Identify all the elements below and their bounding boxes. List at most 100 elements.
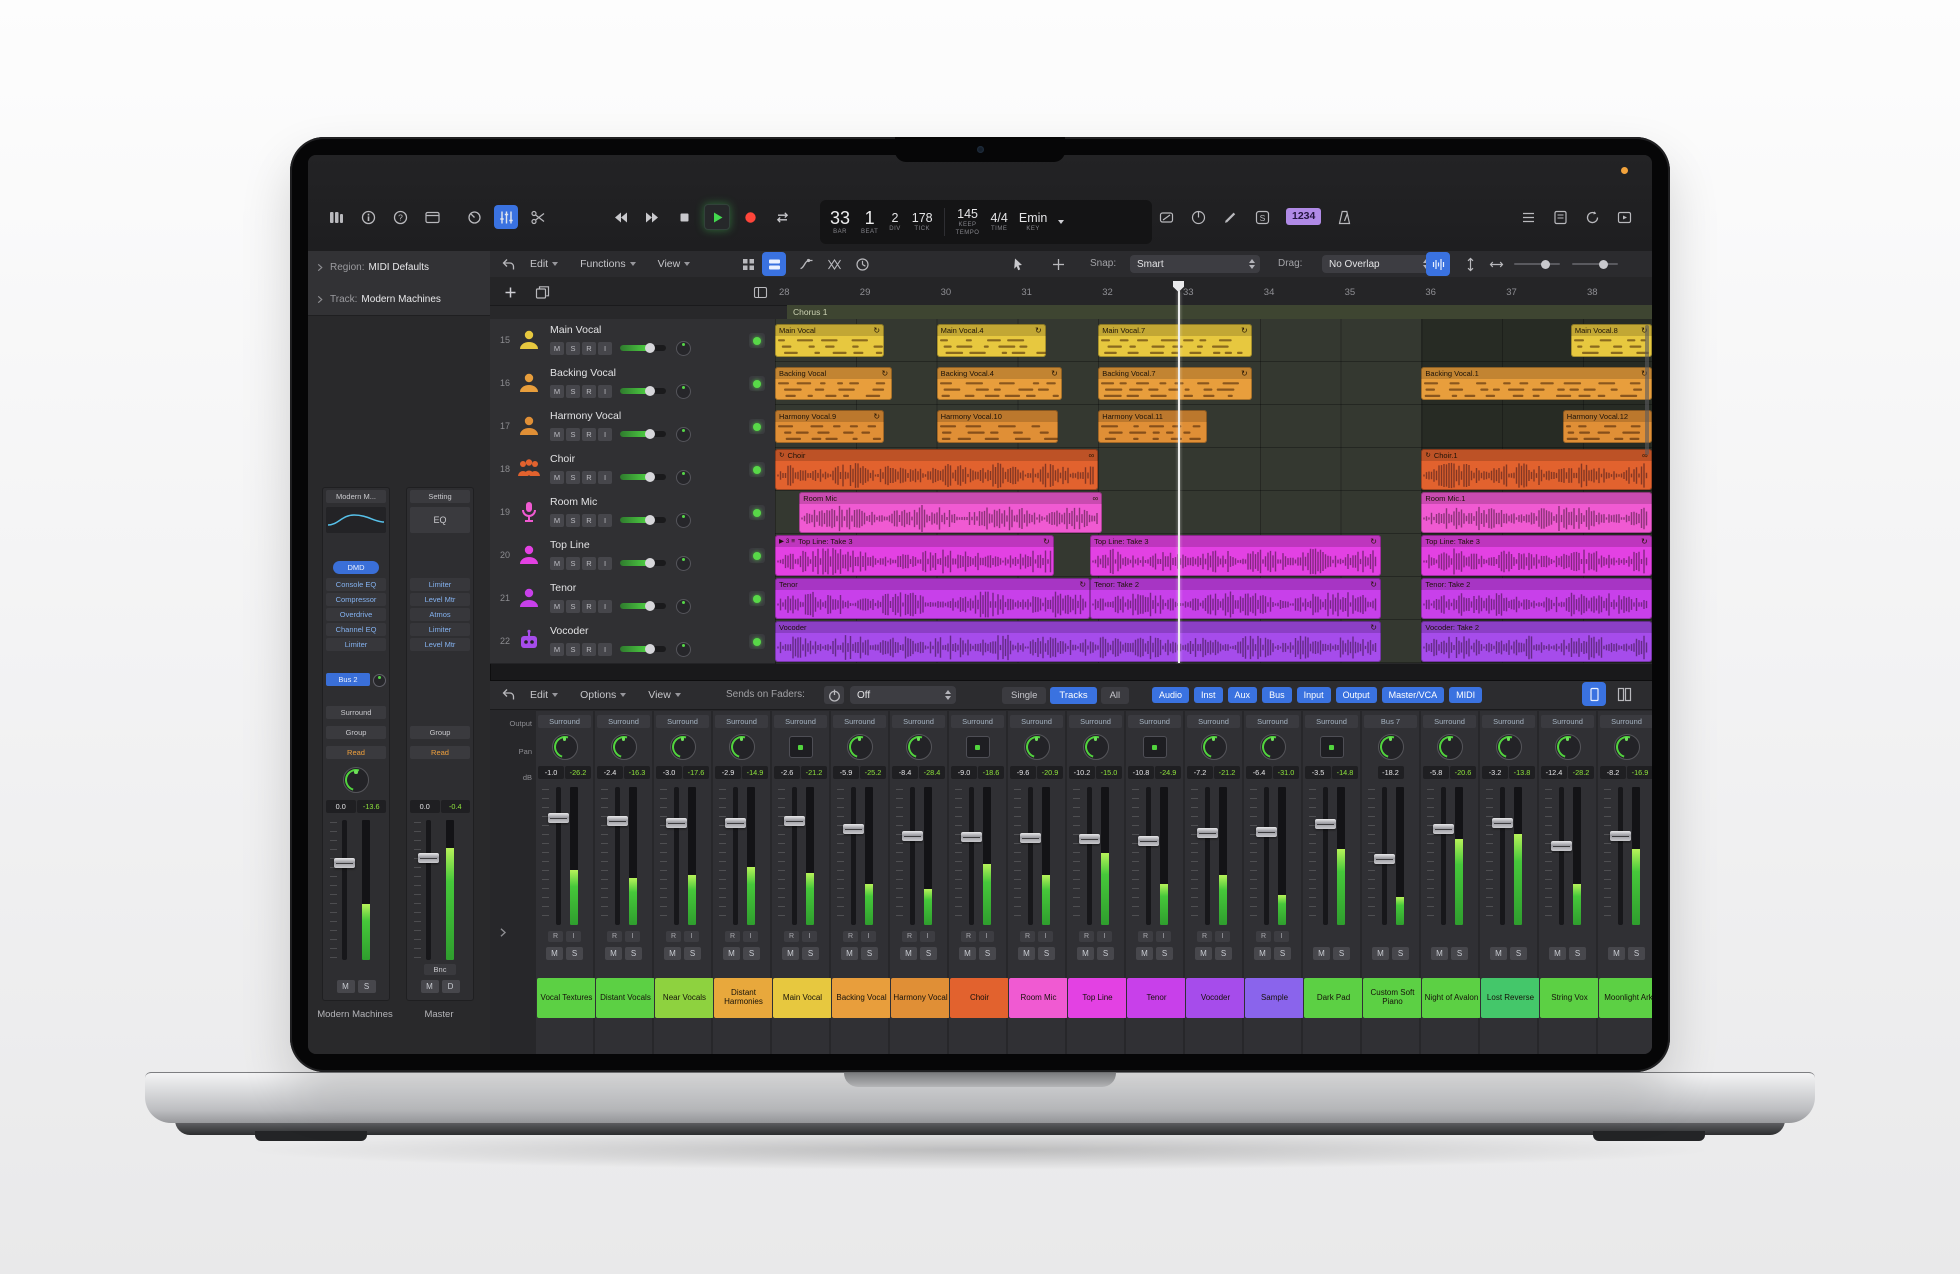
mute-button[interactable]: M <box>1608 947 1625 960</box>
crossfade-icon[interactable] <box>822 252 846 276</box>
volume-fader[interactable] <box>1303 787 1360 925</box>
volume-fader[interactable] <box>410 820 470 960</box>
region-top-line-take-3[interactable]: Top Line: Take 3 ↻ <box>1421 535 1652 576</box>
eq-thumbnail[interactable] <box>326 507 386 533</box>
track-volume-slider[interactable] <box>620 644 666 654</box>
region-backing-vocal-7[interactable]: Backing Vocal.7 ↻ <box>1098 367 1252 400</box>
track-pan-knob[interactable] <box>676 641 691 657</box>
input-monitor-button[interactable]: I <box>1215 931 1230 942</box>
input-monitor-button[interactable]: I <box>566 931 581 942</box>
pan-knob[interactable] <box>1021 732 1052 762</box>
channel-output-button[interactable]: Surround <box>538 715 591 728</box>
mute-button[interactable]: M <box>841 947 858 960</box>
track-solo-button[interactable]: S <box>566 427 580 441</box>
track-pan-knob[interactable] <box>676 426 691 442</box>
track-volume-slider[interactable] <box>620 601 666 611</box>
count-in-badge[interactable]: 1234 <box>1286 208 1322 225</box>
grid-rows-icon[interactable] <box>762 252 786 276</box>
single-strip-icon[interactable] <box>1582 682 1606 706</box>
track-mute-button[interactable]: M <box>550 427 564 441</box>
fader-cap[interactable] <box>1020 833 1041 843</box>
volume-fader[interactable] <box>1539 787 1596 925</box>
volume-fader[interactable] <box>949 787 1006 925</box>
lcd-time-signature[interactable]: 4/4 TIME <box>990 212 1007 233</box>
region-room-mic-1[interactable]: Room Mic.1 <box>1421 492 1652 533</box>
record-enable-button[interactable]: R <box>1138 931 1153 942</box>
pan-knob[interactable] <box>726 732 757 762</box>
region-harmony-vocal-10[interactable]: Harmony Vocal.10 <box>936 410 1058 443</box>
channel-name-label[interactable]: Vocal Textures <box>537 978 596 1018</box>
play-icon[interactable] <box>704 204 730 230</box>
track-monitor-button[interactable] <box>749 419 765 434</box>
record-enable-button[interactable]: R <box>902 931 917 942</box>
fader-cap[interactable] <box>1610 831 1631 841</box>
mute-button[interactable]: M <box>605 947 622 960</box>
mute-button[interactable]: M <box>1254 947 1271 960</box>
channel-output-button[interactable]: Surround <box>1541 715 1594 728</box>
channel-name-label[interactable]: Custom Soft Piano <box>1363 978 1422 1018</box>
plugin-slot[interactable]: Console EQ <box>326 578 386 591</box>
fader-cap[interactable] <box>902 831 923 841</box>
view-mode-tracks[interactable]: Tracks <box>1050 686 1097 704</box>
view-mode-single[interactable]: Single <box>1002 686 1047 704</box>
channel-name-label[interactable]: Room Mic <box>1009 978 1068 1018</box>
fader-cap[interactable] <box>1315 819 1336 829</box>
editors-icon[interactable] <box>526 205 550 229</box>
channel-output-button[interactable]: Surround <box>1187 715 1240 728</box>
track-volume-slider[interactable] <box>620 472 666 482</box>
pan-knob[interactable] <box>667 732 698 762</box>
region-choir-1[interactable]: ↻ Choir.1 ∞ <box>1421 449 1652 490</box>
pan-knob[interactable] <box>1375 732 1406 762</box>
pan-knob[interactable] <box>1198 732 1229 762</box>
fader-cap[interactable] <box>1551 841 1572 851</box>
fader-cap[interactable] <box>334 858 355 868</box>
arrange-grid[interactable]: Main Vocal ↻ Main Vocal.4 ↻ Main Vocal.7 ↻ Mai… <box>775 319 1652 663</box>
send-slot[interactable]: Bus 2 <box>326 673 370 686</box>
quick-help-icon[interactable]: ? <box>388 205 412 229</box>
list-editors-icon[interactable] <box>1516 205 1540 229</box>
mixer-icon[interactable] <box>494 205 518 229</box>
volume-fader[interactable] <box>890 787 947 925</box>
tuner-icon[interactable] <box>1186 205 1210 229</box>
fader-cap[interactable] <box>961 832 982 842</box>
record-enable-button[interactable]: R <box>961 931 976 942</box>
vertical-zoom-slider[interactable] <box>1514 259 1560 269</box>
fader-cap[interactable] <box>1079 834 1100 844</box>
solo-button[interactable]: S <box>743 947 760 960</box>
solo-button[interactable]: S <box>1569 947 1586 960</box>
track-monitor-button[interactable] <box>749 376 765 391</box>
region-backing-vocal-1[interactable]: Backing Vocal.1↻ <box>1421 367 1652 400</box>
rewind-icon[interactable] <box>608 205 632 229</box>
record-enable-button[interactable]: R <box>1256 931 1271 942</box>
setting-button[interactable]: Modern M... <box>326 490 386 503</box>
channel-output-button[interactable]: Surround <box>597 715 650 728</box>
send-knob[interactable] <box>373 674 386 687</box>
track-pan-knob[interactable] <box>676 340 691 356</box>
flex-icon[interactable] <box>850 252 874 276</box>
filter-inst[interactable]: Inst <box>1194 687 1223 703</box>
grid-cells-icon[interactable] <box>736 252 760 276</box>
channel-name-label[interactable]: Choir <box>950 978 1009 1018</box>
chevron-down-icon[interactable] <box>1058 220 1065 224</box>
track-solo-button[interactable]: S <box>566 470 580 484</box>
track-header-vocoder[interactable]: 22 Vocoder M S R I <box>490 620 776 664</box>
marquee-tool-icon[interactable] <box>1046 252 1070 276</box>
region-tenor-take-2[interactable]: Tenor: Take 2 <box>1421 578 1652 619</box>
solo-button[interactable]: S <box>1451 947 1468 960</box>
plugin-slot[interactable]: Channel EQ <box>326 623 386 636</box>
track-record-button[interactable]: R <box>582 642 596 656</box>
track-pan-knob[interactable] <box>676 555 691 571</box>
channel-output-button[interactable]: Surround <box>951 715 1004 728</box>
pointer-tool-icon[interactable] <box>1006 252 1030 276</box>
pan-knob[interactable] <box>1611 732 1642 762</box>
record-enable-button[interactable]: R <box>1197 931 1212 942</box>
plugin-slot[interactable]: Atmos <box>410 608 470 621</box>
region-top-line-take-3[interactable]: Top Line: Take 3 ↻ <box>1090 535 1381 576</box>
group-slot[interactable]: Group <box>410 726 470 739</box>
punch-icon[interactable] <box>1154 205 1178 229</box>
eq-slot[interactable]: EQ <box>410 507 470 533</box>
fader-cap[interactable] <box>1138 836 1159 846</box>
solo-button[interactable]: S <box>1274 947 1291 960</box>
fader-cap[interactable] <box>607 816 628 826</box>
hzoom-icon[interactable] <box>1484 252 1508 276</box>
